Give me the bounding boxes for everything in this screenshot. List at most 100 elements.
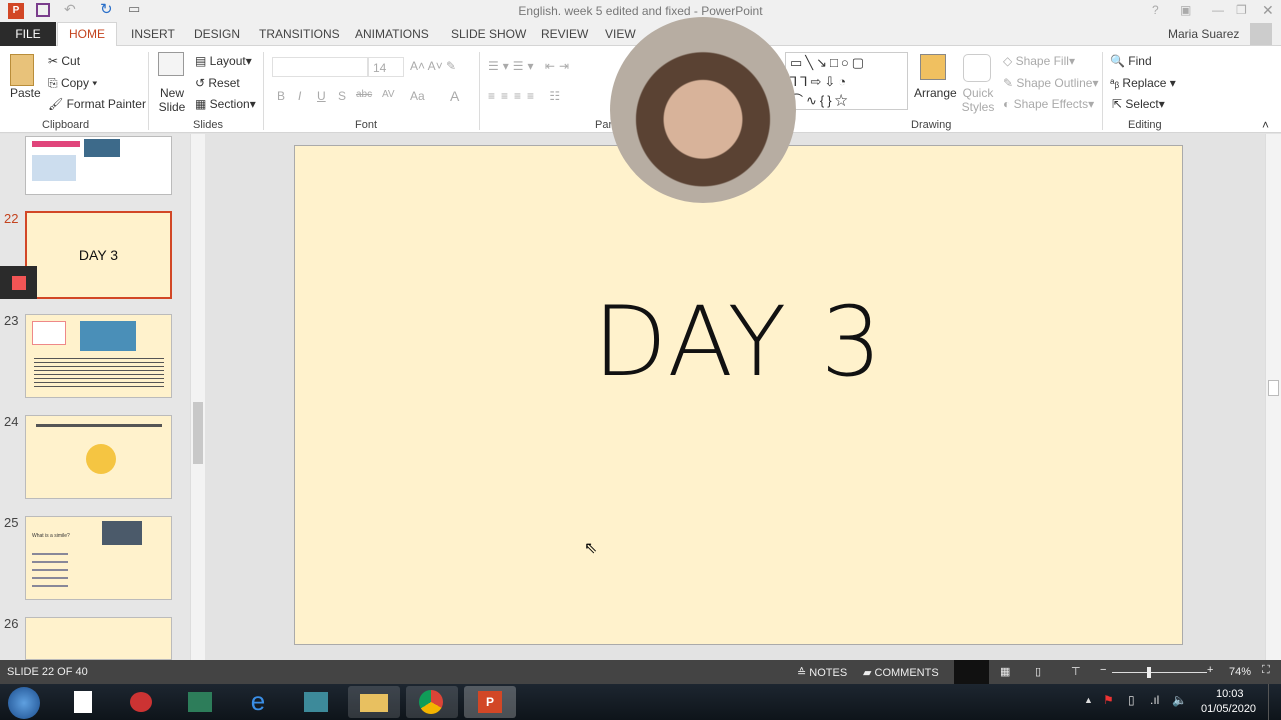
title-bar: P ↶ ↻ ▭ English. week 5 edited and fixed…: [0, 0, 1281, 22]
copy-button[interactable]: Copy: [61, 76, 89, 90]
help-icon[interactable]: ?: [1152, 3, 1159, 17]
replace-button[interactable]: Replace: [1122, 76, 1166, 90]
slide-number: 24: [4, 414, 19, 429]
char-spacing-button[interactable]: AV: [382, 89, 395, 100]
list-buttons[interactable]: ☰▾☰▾ ⇤⇥: [488, 59, 573, 73]
zoom-out-button[interactable]: −: [1100, 664, 1106, 676]
slide-title-text[interactable]: DAY 3: [295, 286, 1182, 398]
panel-scrollbar[interactable]: [190, 134, 205, 660]
shape-fill-button[interactable]: Shape Fill: [1016, 54, 1069, 68]
thumbnail-slide-23[interactable]: [25, 314, 172, 398]
change-case-button[interactable]: Aa: [410, 89, 425, 103]
select-button[interactable]: Select: [1125, 97, 1158, 111]
tab-view[interactable]: VIEW: [605, 27, 636, 41]
clock-date[interactable]: 01/05/2020: [1201, 703, 1256, 715]
arrange-button[interactable]: Arrange: [914, 86, 957, 100]
tab-design[interactable]: DESIGN: [194, 27, 240, 41]
taskbar-powerpoint-icon[interactable]: P: [464, 686, 516, 718]
editor-scrollbar[interactable]: [1265, 134, 1281, 660]
tab-home[interactable]: HOME: [57, 22, 117, 47]
underline-button[interactable]: U: [317, 89, 326, 103]
group-label-paragraph: Par: [595, 119, 613, 131]
font-color-button[interactable]: A: [450, 88, 459, 104]
new-slide-icon: [158, 52, 184, 76]
stop-recording-button[interactable]: [0, 266, 37, 299]
comments-button[interactable]: COMMENTS: [875, 667, 939, 679]
tab-slide-show[interactable]: SLIDE SHOW: [451, 27, 526, 41]
bold-button[interactable]: B: [277, 89, 285, 103]
minimize-icon[interactable]: —: [1212, 3, 1224, 17]
shapes-gallery[interactable]: ▭╲↘□○▢ ⅂⅂⇨⇩◔ ⌒∿{}☆: [785, 52, 908, 110]
shadow-button[interactable]: S: [338, 89, 346, 103]
font-grow-shrink-icons[interactable]: A˄ A˅ ✎: [410, 59, 456, 73]
group-label-drawing: Drawing: [911, 119, 952, 131]
taskbar-app-icon[interactable]: [174, 686, 226, 718]
quick-styles-button[interactable]: Quick Styles: [958, 86, 998, 114]
close-icon[interactable]: ✕: [1262, 2, 1274, 19]
zoom-level[interactable]: 74%: [1229, 666, 1251, 678]
slide-number: 23: [4, 313, 19, 328]
font-size-input[interactable]: 14: [368, 57, 404, 77]
slide-number: 22: [4, 211, 19, 226]
tab-file[interactable]: FILE: [0, 22, 56, 46]
thumbnail-slide-24[interactable]: [25, 415, 172, 499]
tab-insert[interactable]: INSERT: [131, 27, 175, 41]
zoom-slider[interactable]: [1112, 672, 1207, 673]
find-button[interactable]: Find: [1128, 54, 1151, 68]
clock-time[interactable]: 10:03: [1216, 688, 1244, 700]
tray-expand-icon[interactable]: ▲: [1084, 695, 1093, 705]
action-center-icon[interactable]: ⚑: [1103, 693, 1114, 707]
paste-button[interactable]: Paste: [10, 86, 41, 100]
reset-button[interactable]: Reset: [208, 76, 239, 90]
thumbnail-slide-26[interactable]: [25, 617, 172, 660]
group-label-font: Font: [355, 119, 378, 131]
fit-to-window-icon[interactable]: ⛶: [1262, 664, 1270, 677]
avatar[interactable]: [1250, 23, 1272, 45]
webcam-overlay: [610, 17, 796, 203]
slide-sorter-icon[interactable]: ▦: [1000, 665, 1010, 678]
taskbar-explorer-icon[interactable]: [348, 686, 400, 718]
align-buttons[interactable]: ≡≡≡≡ ☷: [488, 89, 566, 103]
taskbar-snipping-icon[interactable]: [116, 686, 168, 718]
network-icon[interactable]: .ıl: [1150, 693, 1159, 707]
show-desktop-button[interactable]: [1268, 684, 1281, 720]
status-bar: SLIDE 22 OF 40 ≙ NOTES ▰ COMMENTS ▦ ▯ ⊤ …: [0, 660, 1281, 684]
zoom-in-button[interactable]: +: [1207, 664, 1213, 676]
new-slide-button[interactable]: New Slide: [155, 86, 189, 114]
section-button[interactable]: Section: [210, 97, 250, 111]
reading-view-icon[interactable]: ▯: [1035, 665, 1041, 678]
zoom-slider-thumb[interactable]: [1147, 667, 1152, 678]
shape-outline-button[interactable]: Shape Outline: [1016, 76, 1092, 90]
slideshow-view-icon[interactable]: ⊤: [1071, 665, 1081, 678]
shape-effects-button[interactable]: Shape Effects: [1014, 97, 1089, 111]
tab-review[interactable]: REVIEW: [541, 27, 588, 41]
group-label-slides: Slides: [193, 119, 223, 131]
thumbnail-slide-21[interactable]: [25, 136, 172, 195]
user-name[interactable]: Maria Suarez: [1168, 27, 1239, 41]
thumbnail-slide-25[interactable]: What is a simile?: [25, 516, 172, 600]
start-button[interactable]: [8, 687, 40, 719]
tab-animations[interactable]: ANIMATIONS: [355, 27, 429, 41]
slide-number: 25: [4, 515, 19, 530]
taskbar: e P ▲ ⚑ ▯ .ıl 🔈 10:03 01/05/2020: [0, 684, 1281, 720]
volume-icon[interactable]: 🔈: [1172, 693, 1187, 707]
normal-view-button[interactable]: [954, 660, 989, 684]
slide-canvas[interactable]: DAY 3: [294, 145, 1183, 645]
strikethrough-button[interactable]: abc: [356, 89, 372, 100]
maximize-icon[interactable]: ❐: [1236, 3, 1247, 17]
collapse-ribbon-icon[interactable]: ˄: [1262, 118, 1269, 132]
format-painter-button[interactable]: Format Painter: [67, 97, 146, 111]
cut-button[interactable]: Cut: [61, 54, 80, 68]
thumbnail-slide-22[interactable]: DAY 3: [25, 211, 172, 299]
taskbar-ie-icon[interactable]: e: [232, 686, 284, 718]
italic-button[interactable]: I: [298, 89, 301, 103]
battery-icon[interactable]: ▯: [1128, 693, 1135, 707]
notes-button[interactable]: NOTES: [809, 667, 847, 679]
taskbar-app2-icon[interactable]: [290, 686, 342, 718]
layout-button[interactable]: Layout: [210, 54, 246, 68]
tab-transitions[interactable]: TRANSITIONS: [259, 27, 340, 41]
taskbar-chrome-icon[interactable]: [406, 686, 458, 718]
font-name-input[interactable]: [272, 57, 368, 77]
ribbon-display-icon[interactable]: ▣: [1180, 3, 1191, 17]
taskbar-file-icon[interactable]: [58, 686, 110, 718]
